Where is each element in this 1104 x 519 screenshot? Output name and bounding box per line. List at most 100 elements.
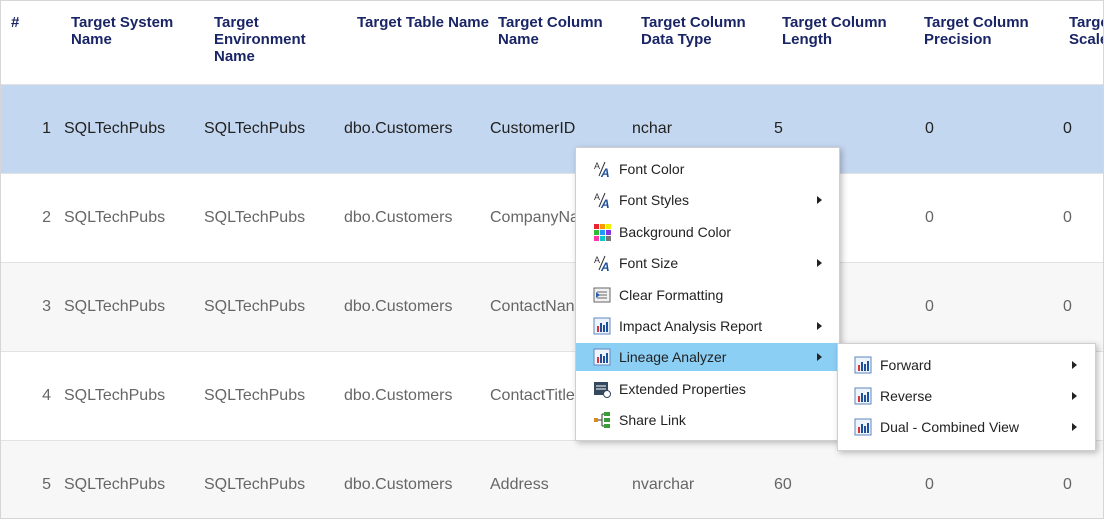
menu-item-label: Impact Analysis Report: [619, 318, 763, 334]
cell-prec: 0: [925, 120, 934, 137]
cell-system: SQLTechPubs: [64, 298, 166, 315]
menu-item-label: Font Size: [619, 255, 679, 272]
column-header-tbl[interactable]: Target Table Name: [357, 14, 492, 31]
grid-header: # Target System Name Target Environment Na…: [1, 1, 1103, 84]
dual-lineage-icon: [854, 418, 872, 436]
cell-scale: 0: [1063, 209, 1072, 226]
share-link-icon: [593, 411, 611, 429]
submenu-arrow-icon: [817, 322, 822, 330]
cell-tbl: dbo.Customers: [344, 298, 453, 315]
font-size-icon: AA: [593, 254, 611, 274]
cell-num: 1: [42, 120, 51, 137]
lineage-analyzer-icon: [593, 348, 611, 366]
submenu-arrow-icon: [1072, 423, 1077, 431]
cell-system: SQLTechPubs: [64, 476, 166, 493]
column-header-col[interactable]: Target Column Name: [498, 14, 633, 48]
cell-num: 3: [42, 298, 51, 315]
cell-tbl: dbo.Customers: [344, 120, 453, 137]
column-header-dtype[interactable]: Target Column Data Type: [641, 14, 776, 48]
menu-item-label: Lineage Analyzer: [619, 349, 727, 366]
column-header-num[interactable]: #: [11, 14, 51, 31]
extended-properties-icon: [593, 380, 611, 398]
menu-item-label: Background Color: [619, 223, 732, 240]
menu-item-label: Reverse: [880, 388, 933, 404]
menu-item-font-size[interactable]: A A Font Size: [576, 249, 839, 277]
cell-prec: 0: [925, 476, 934, 493]
svg-text:A: A: [600, 197, 610, 209]
cell-dtype: nvarchar: [632, 476, 695, 493]
cell-system: SQLTechPubs: [64, 120, 166, 137]
cell-tbl: dbo.Customers: [344, 387, 453, 404]
menu-item-font-color[interactable]: A A Font Color: [576, 155, 839, 183]
column-header-prec[interactable]: Target Column Precision: [924, 14, 1059, 48]
cell-num: 5: [42, 476, 51, 493]
table-row[interactable]: 5 SQLTechPubs SQLTechPubs dbo.Customers Addr…: [1, 440, 1103, 518]
cell-tbl: dbo.Customers: [344, 209, 453, 226]
menu-item-forward[interactable]: Forward: [838, 351, 1095, 379]
menu-item-reverse[interactable]: Reverse: [838, 382, 1095, 410]
menu-item-label: Forward: [880, 357, 932, 373]
menu-item-impact-analysis-report[interactable]: Impact Analysis Report: [576, 312, 839, 340]
cell-env: SQLTechPubs: [204, 387, 306, 404]
svg-text:A: A: [594, 192, 600, 202]
cell-env: SQLTechPubs: [204, 209, 306, 226]
menu-item-font-styles[interactable]: A A Font Styles: [576, 186, 839, 214]
menu-item-label: Clear Formatting: [619, 286, 724, 303]
svg-text:A: A: [600, 166, 610, 178]
menu-item-label: Dual - Combined View: [880, 419, 1020, 435]
context-menu: A A Font Color A A Font Styles Background Colo…: [575, 147, 840, 441]
table-row[interactable]: 1 SQLTechPubs SQLTechPubs dbo.Customers Cust…: [1, 84, 1103, 173]
menu-item-label: Extended Properties: [619, 380, 746, 397]
svg-text:A: A: [594, 161, 600, 171]
cell-col: Address: [490, 476, 549, 493]
column-header-env[interactable]: Target Environment Name: [214, 14, 349, 65]
cell-system: SQLTechPubs: [64, 387, 166, 404]
svg-text:A: A: [600, 260, 610, 272]
cell-scale: 0: [1063, 476, 1072, 493]
reverse-lineage-icon: [854, 387, 872, 405]
font-color-icon: AA: [593, 160, 611, 180]
menu-item-dual-combined-view[interactable]: Dual - Combined View: [838, 413, 1095, 441]
column-header-scale[interactable]: Target Column Scale: [1069, 14, 1103, 48]
menu-item-lineage-analyzer[interactable]: Lineage Analyzer: [576, 343, 839, 372]
menu-item-background-color[interactable]: Background Color: [576, 218, 839, 246]
menu-item-clear-formatting[interactable]: Clear Formatting: [576, 281, 839, 309]
impact-analysis-icon: [593, 317, 611, 335]
cell-col: ContactTitle: [490, 387, 575, 404]
cell-prec: 0: [925, 298, 934, 315]
menu-item-extended-properties[interactable]: Extended Properties: [576, 375, 839, 403]
menu-item-label: Font Color: [619, 161, 685, 177]
cell-col: CustomerID: [490, 120, 576, 137]
table-row[interactable]: 2 SQLTechPubs SQLTechPubs dbo.Customers Comp…: [1, 173, 1103, 262]
cell-prec: 0: [925, 209, 934, 226]
submenu-arrow-icon: [817, 196, 822, 205]
cell-col: CompanyNa: [490, 209, 579, 226]
background-color-icon: [593, 223, 611, 241]
column-header-len[interactable]: Target Column Length: [782, 14, 917, 48]
menu-item-label: Font Styles: [619, 192, 690, 209]
forward-lineage-icon: [854, 356, 872, 374]
cell-col: ContactNan: [490, 298, 575, 315]
cell-scale: 0: [1063, 120, 1072, 137]
cell-tbl: dbo.Customers: [344, 476, 453, 493]
clear-formatting-icon: [593, 286, 611, 304]
font-styles-icon: AA: [593, 191, 611, 211]
cell-scale: 0: [1063, 298, 1072, 315]
submenu-arrow-icon: [1072, 361, 1077, 369]
menu-item-share-link[interactable]: Share Link: [576, 406, 839, 434]
cell-env: SQLTechPubs: [204, 298, 306, 315]
cell-env: SQLTechPubs: [204, 120, 306, 137]
cell-system: SQLTechPubs: [64, 209, 166, 226]
submenu-arrow-icon: [1072, 392, 1077, 400]
menu-item-label: Share Link: [619, 412, 686, 429]
submenu-arrow-icon: [817, 353, 822, 362]
cell-num: 4: [42, 387, 51, 404]
cell-num: 2: [42, 209, 51, 226]
cell-len: 60: [774, 476, 792, 493]
column-header-system[interactable]: Target System Name: [71, 14, 206, 48]
svg-text:A: A: [594, 255, 600, 265]
cell-env: SQLTechPubs: [204, 476, 306, 493]
lineage-analyzer-submenu: Forward Reverse Dual - Combined View: [837, 343, 1096, 451]
table-row[interactable]: 3 SQLTechPubs SQLTechPubs dbo.Customers Cont…: [1, 262, 1103, 351]
submenu-arrow-icon: [817, 259, 822, 268]
